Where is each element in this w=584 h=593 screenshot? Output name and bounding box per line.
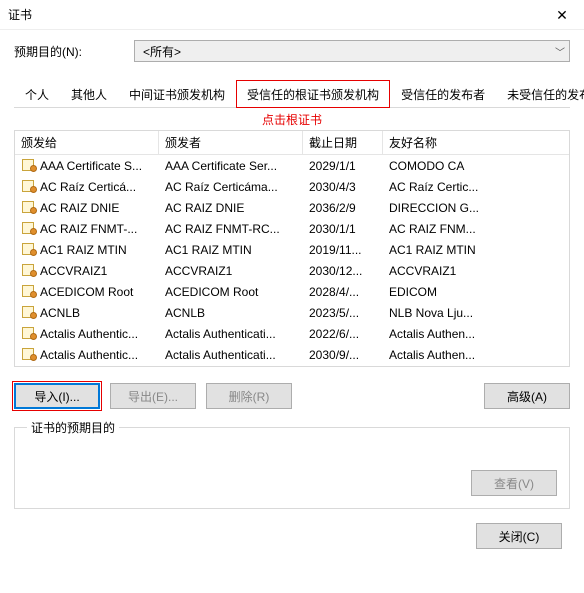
cell-issued-to: AC Raíz Certicá...: [40, 180, 136, 194]
instruction-hint: 点击根证书: [14, 111, 570, 128]
intended-purpose-select[interactable]: <所有> ﹀: [134, 40, 570, 62]
column-expires[interactable]: 截止日期: [303, 131, 383, 154]
cell-issued-by: Actalis Authenticati...: [159, 327, 303, 341]
cell-friendly: COMODO CA: [383, 159, 569, 173]
cell-expires: 2030/4/3: [303, 180, 383, 194]
cell-issued-to: AC RAIZ FNMT-...: [40, 222, 137, 236]
column-friendly-name[interactable]: 友好名称: [383, 131, 569, 154]
cell-friendly: Actalis Authen...: [383, 348, 569, 362]
tab-4[interactable]: 受信任的发布者: [390, 80, 496, 108]
cell-friendly: AC RAIZ FNM...: [383, 222, 569, 236]
cell-expires: 2030/12...: [303, 264, 383, 278]
certificate-icon: [21, 285, 37, 298]
cell-expires: 2030/9/...: [303, 348, 383, 362]
tab-5[interactable]: 未受信任的发布者: [496, 80, 584, 108]
intended-purpose-label: 预期目的(N):: [14, 43, 134, 60]
tab-2[interactable]: 中间证书颁发机构: [118, 80, 236, 108]
cell-issued-to: AC1 RAIZ MTIN: [40, 243, 127, 257]
cell-friendly: Actalis Authen...: [383, 327, 569, 341]
cell-friendly: AC1 RAIZ MTIN: [383, 243, 569, 257]
tab-1[interactable]: 其他人: [60, 80, 118, 108]
table-row[interactable]: Actalis Authentic... Actalis Authenticati…: [15, 323, 569, 344]
certificate-icon: [21, 243, 37, 256]
certificate-icon: [21, 222, 37, 235]
table-row[interactable]: AC RAIZ FNMT-... AC RAIZ FNMT-RC...2030/1…: [15, 218, 569, 239]
advanced-button[interactable]: 高级(A): [484, 383, 570, 409]
view-button[interactable]: 查看(V): [471, 470, 557, 496]
cell-friendly: AC Raíz Certic...: [383, 180, 569, 194]
chevron-down-icon: ﹀: [555, 44, 565, 59]
close-icon[interactable]: ✕: [540, 0, 584, 30]
table-row[interactable]: AC RAIZ DNIEAC RAIZ DNIE2036/2/9DIRECCIO…: [15, 197, 569, 218]
cell-expires: 2036/2/9: [303, 201, 383, 215]
cell-expires: 2030/1/1: [303, 222, 383, 236]
cert-purpose-groupbox: 证书的预期目的 查看(V): [14, 419, 570, 509]
cell-expires: 2019/11...: [303, 243, 383, 257]
certificate-icon: [21, 159, 37, 172]
close-button[interactable]: 关闭(C): [476, 523, 562, 549]
cell-issued-by: ACCVRAIZ1: [159, 264, 303, 278]
tab-0[interactable]: 个人: [14, 80, 60, 108]
export-button[interactable]: 导出(E)...: [110, 383, 196, 409]
tabs: 个人其他人中间证书颁发机构受信任的根证书颁发机构受信任的发布者未受信任的发布者: [14, 80, 570, 108]
intended-purpose-value: <所有>: [143, 43, 181, 60]
cell-expires: 2028/4/...: [303, 285, 383, 299]
table-row[interactable]: AC Raíz Certicá... AC Raíz Certicáma...20…: [15, 176, 569, 197]
certificate-icon: [21, 201, 37, 214]
table-row[interactable]: ACNLBACNLB2023/5/...NLB Nova Lju...: [15, 302, 569, 323]
certificate-icon: [21, 327, 37, 340]
cell-issued-to: Actalis Authentic...: [40, 348, 138, 362]
certificate-icon: [21, 264, 37, 277]
table-row[interactable]: ACEDICOM RootACEDICOM Root2028/4/...EDIC…: [15, 281, 569, 302]
cell-expires: 2023/5/...: [303, 306, 383, 320]
cell-issued-by: ACNLB: [159, 306, 303, 320]
certificate-rows[interactable]: AAA Certificate S... AAA Certificate Ser.…: [15, 155, 569, 366]
cell-expires: 2022/6/...: [303, 327, 383, 341]
cell-issued-to: AC RAIZ DNIE: [40, 201, 119, 215]
cell-issued-by: AC Raíz Certicáma...: [159, 180, 303, 194]
cell-friendly: DIRECCION G...: [383, 201, 569, 215]
certificate-icon: [21, 180, 37, 193]
cell-issued-by: AC1 RAIZ MTIN: [159, 243, 303, 257]
cell-issued-by: AAA Certificate Ser...: [159, 159, 303, 173]
cell-friendly: EDICOM: [383, 285, 569, 299]
cell-issued-to: ACNLB: [40, 306, 80, 320]
cell-issued-by: ACEDICOM Root: [159, 285, 303, 299]
table-row[interactable]: Actalis Authentic... Actalis Authenticati…: [15, 344, 569, 365]
certificate-icon: [21, 348, 37, 361]
cell-issued-to: AAA Certificate S...: [40, 159, 142, 173]
import-button[interactable]: 导入(I)...: [14, 383, 100, 409]
remove-button[interactable]: 删除(R): [206, 383, 292, 409]
cell-issued-by: AC RAIZ DNIE: [159, 201, 303, 215]
cell-expires: 2029/1/1: [303, 159, 383, 173]
tab-3[interactable]: 受信任的根证书颁发机构: [236, 80, 390, 108]
column-issued-to[interactable]: 颁发给: [15, 131, 159, 154]
cell-issued-by: Actalis Authenticati...: [159, 348, 303, 362]
cell-issued-to: Actalis Authentic...: [40, 327, 138, 341]
cell-friendly: ACCVRAIZ1: [383, 264, 569, 278]
column-issued-by[interactable]: 颁发者: [159, 131, 303, 154]
cell-issued-by: AC RAIZ FNMT-RC...: [159, 222, 303, 236]
cell-issued-to: ACCVRAIZ1: [40, 264, 107, 278]
window-title: 证书: [8, 6, 540, 23]
table-row[interactable]: AC1 RAIZ MTINAC1 RAIZ MTIN2019/11...AC1 …: [15, 239, 569, 260]
cell-friendly: NLB Nova Lju...: [383, 306, 569, 320]
certificate-icon: [21, 306, 37, 319]
certificate-list: 颁发给 颁发者 截止日期 友好名称 AAA Certificate S...AA…: [14, 130, 570, 367]
table-row[interactable]: ACCVRAIZ1ACCVRAIZ12030/12...ACCVRAIZ1: [15, 260, 569, 281]
cell-issued-to: ACEDICOM Root: [40, 285, 133, 299]
cert-purpose-legend: 证书的预期目的: [27, 419, 119, 436]
table-row[interactable]: AAA Certificate S... AAA Certificate Ser.…: [15, 155, 569, 176]
